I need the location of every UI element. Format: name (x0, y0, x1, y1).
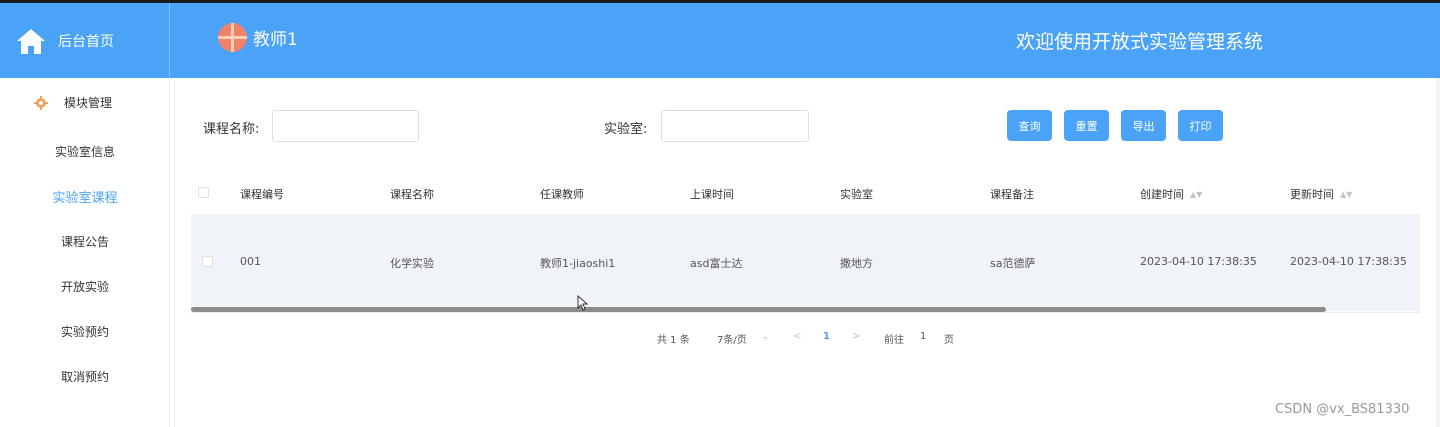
page-size-select[interactable]: 7条/页 (717, 331, 747, 346)
row-checkbox[interactable] (202, 256, 213, 267)
home-label: 后台首页 (58, 33, 114, 50)
next-page-icon[interactable]: > (852, 331, 860, 342)
cell-lab: 撒地方 (840, 257, 873, 270)
table-header (191, 172, 1420, 214)
column-header-updated-label: 更新时间 (1290, 188, 1334, 201)
user-name: 教师1 (253, 30, 298, 50)
export-button[interactable]: 导出 (1121, 110, 1166, 141)
goto-page-input[interactable]: 1 (920, 331, 926, 342)
course-name-input[interactable] (272, 110, 419, 142)
cell-teacher: 教师1-jiaoshi1 (540, 257, 616, 270)
goto-label: 前往 (884, 335, 904, 346)
gear-icon (34, 95, 48, 110)
sidebar-item-cancel-reservation[interactable]: 取消预约 (0, 368, 170, 385)
pagination-total: 共 1 条 (657, 335, 690, 346)
column-header-course-no: 课程编号 (240, 188, 284, 201)
page-suffix: 页 (944, 335, 954, 346)
sidebar-group-module[interactable]: 模块管理 (34, 94, 112, 111)
column-header-class-time: 上课时间 (690, 188, 734, 201)
home-link[interactable]: 后台首页 (0, 3, 169, 78)
sort-icon[interactable]: ▲▼ (1340, 190, 1352, 199)
print-button[interactable]: 打印 (1178, 110, 1223, 141)
sidebar-item-course-notice[interactable]: 课程公告 (0, 233, 170, 250)
reset-button[interactable]: 重置 (1064, 110, 1109, 141)
watermark: CSDN @vx_BS81330 (1275, 402, 1410, 417)
cell-updated-time: 2023-04-10 17:38:35 (1290, 255, 1407, 268)
cell-course-name: 化学实验 (390, 257, 434, 270)
column-header-remark: 课程备注 (990, 188, 1034, 201)
cell-created-time: 2023-04-10 17:38:35 (1140, 255, 1257, 268)
cell-class-time: asd富士达 (690, 257, 743, 270)
home-icon (17, 28, 45, 54)
header-divider (169, 3, 170, 78)
sidebar: 模块管理 实验室信息 实验室课程 课程公告 开放实验 实验预约 取消预约 (0, 78, 170, 427)
sidebar-item-open-experiment[interactable]: 开放实验 (0, 278, 170, 295)
column-header-created-time[interactable]: 创建时间 ▲▼ (1140, 186, 1202, 202)
table-bottom-border (191, 312, 1420, 313)
top-header: 后台首页 教师1 欢迎使用开放式实验管理系统 (0, 3, 1440, 78)
right-scroll-track (1436, 78, 1440, 427)
sort-icon[interactable]: ▲▼ (1190, 190, 1202, 199)
cell-remark: sa范德萨 (990, 257, 1036, 270)
query-button[interactable]: 查询 (1007, 110, 1052, 141)
welcome-title: 欢迎使用开放式实验管理系统 (1016, 31, 1264, 53)
sidebar-item-lab-course[interactable]: 实验室课程 (0, 187, 170, 206)
course-name-label: 课程名称: (203, 122, 260, 137)
sidebar-item-reservation[interactable]: 实验预约 (0, 323, 170, 340)
column-header-teacher: 任课教师 (540, 188, 584, 201)
chevron-down-icon[interactable]: ⌄ (761, 331, 769, 342)
column-header-course-name: 课程名称 (390, 188, 434, 201)
column-header-updated-time[interactable]: 更新时间 ▲▼ (1290, 186, 1352, 202)
page-number-current[interactable]: 1 (823, 331, 830, 342)
column-header-lab: 实验室 (840, 188, 873, 201)
lab-input[interactable] (661, 110, 809, 142)
select-all-checkbox[interactable] (198, 187, 209, 198)
avatar (218, 23, 247, 52)
sidebar-group-label: 模块管理 (64, 96, 113, 110)
user-info[interactable]: 教师1 (218, 23, 298, 52)
prev-page-icon[interactable]: < (793, 331, 801, 342)
sidebar-item-lab-info[interactable]: 实验室信息 (0, 143, 170, 160)
mouse-cursor-icon (577, 295, 589, 311)
cell-course-no: 001 (240, 255, 261, 268)
column-header-created-label: 创建时间 (1140, 188, 1184, 201)
lab-label: 实验室: (604, 122, 648, 137)
